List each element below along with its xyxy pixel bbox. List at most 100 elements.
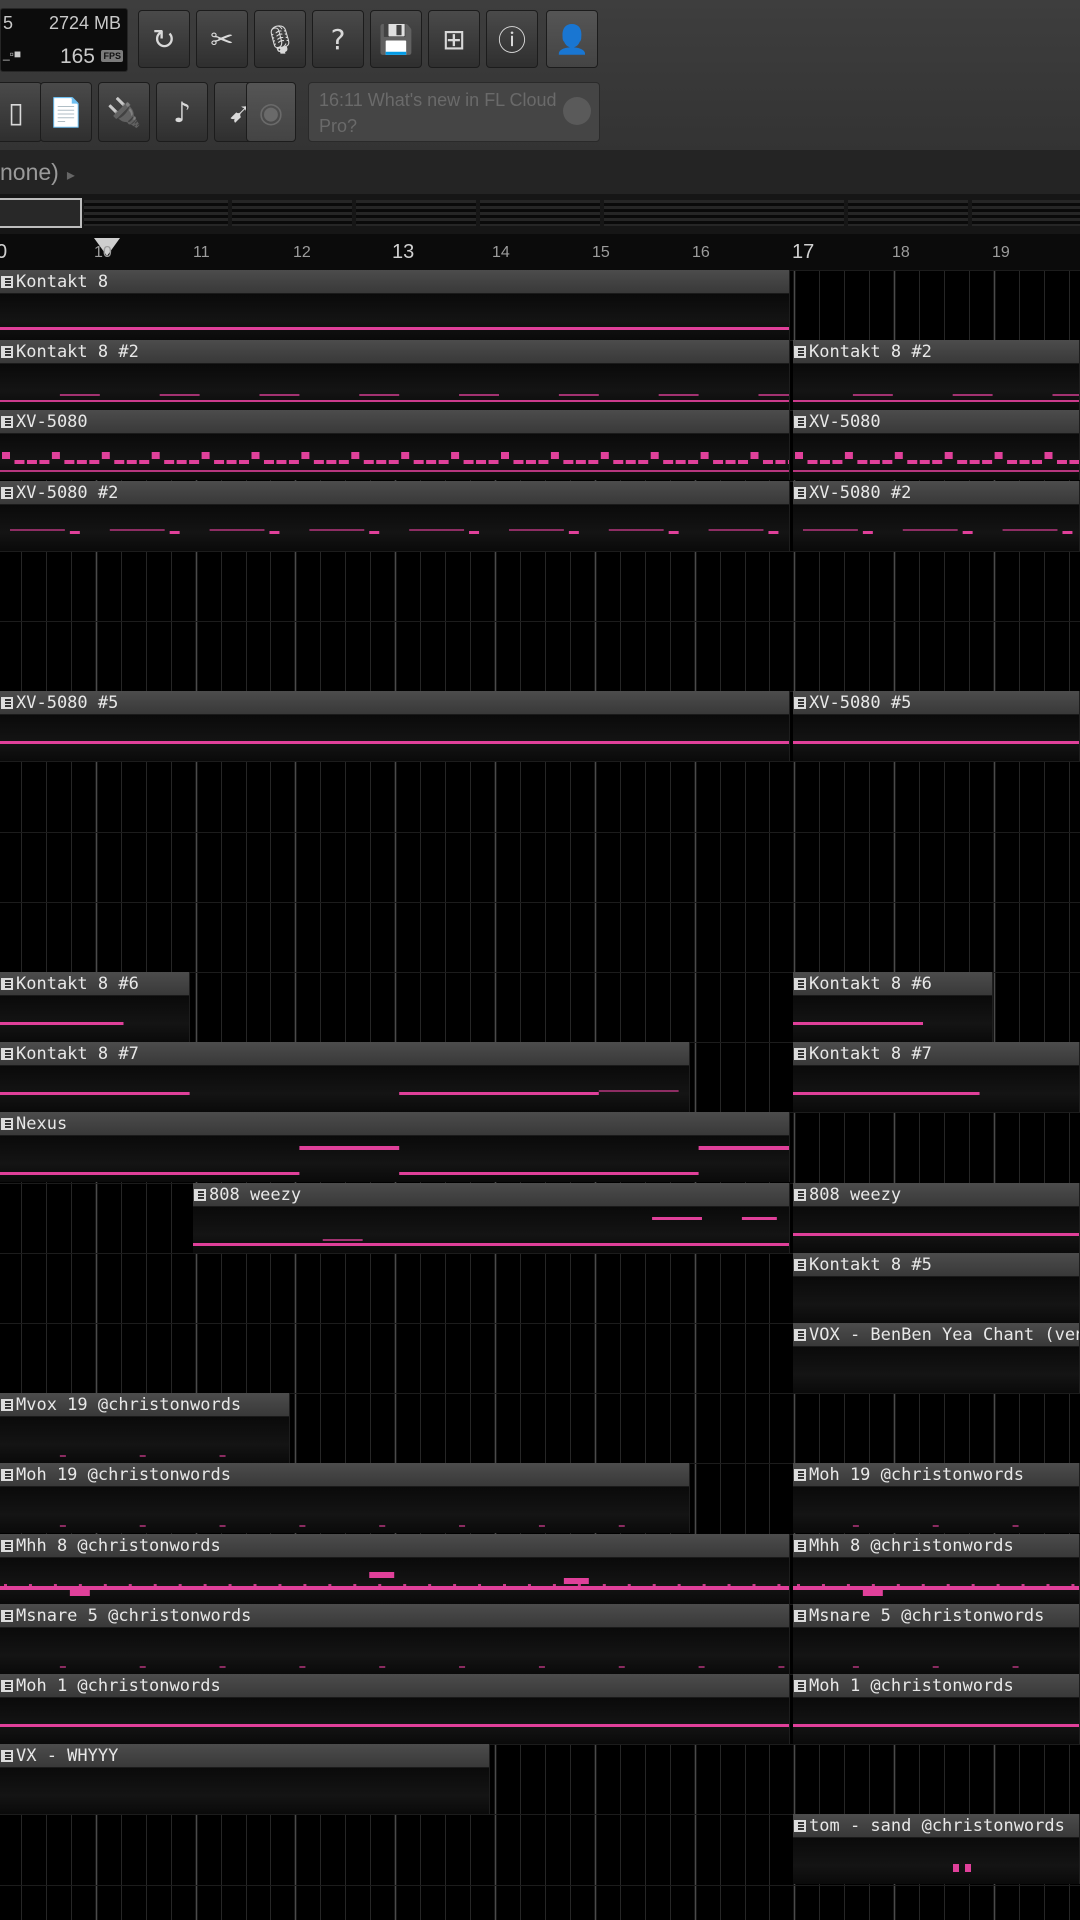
- browser-button[interactable]: ▯: [0, 82, 42, 142]
- pattern-clip[interactable]: VX - WHYYY: [0, 1744, 490, 1814]
- record-button[interactable]: 🎙: [254, 10, 306, 68]
- pattern-clip[interactable]: 808 weezy: [793, 1183, 1080, 1253]
- plugin-button[interactable]: 🔌: [98, 82, 150, 142]
- pattern-clip[interactable]: tom - sand @christonwords: [793, 1814, 1080, 1884]
- clip-notes: [0, 1744, 490, 1814]
- pattern-clip[interactable]: Msnare 5 @christonwords: [793, 1604, 1080, 1674]
- note-block: [59, 394, 100, 396]
- note-block: [625, 460, 636, 464]
- pattern-clip[interactable]: XV-5080: [793, 410, 1080, 480]
- pattern-clip[interactable]: 808 weezy: [193, 1183, 790, 1253]
- note-block: [426, 460, 437, 464]
- note-block: [178, 1584, 182, 1587]
- note-block: [741, 1217, 777, 1220]
- note-block: [338, 460, 349, 464]
- note-block: [896, 1584, 900, 1587]
- bar-number: 10: [94, 244, 112, 261]
- pattern-clip[interactable]: Moh 1 @christonwords: [793, 1674, 1080, 1744]
- pattern-clip[interactable]: Kontakt 8 #6: [793, 972, 993, 1042]
- overview-segment: [972, 200, 1080, 226]
- bar-number: 13: [392, 241, 415, 263]
- info-icon: ⓘ: [497, 24, 526, 57]
- reset-button[interactable]: ↻: [138, 10, 190, 68]
- note-block: [59, 1525, 66, 1527]
- save-as-button[interactable]: ⊞: [428, 10, 480, 68]
- note-block: [563, 1578, 589, 1584]
- note-block: [688, 460, 699, 464]
- clip-notes: [793, 1233, 1079, 1236]
- pattern-clip[interactable]: Kontakt 8 #7: [793, 1042, 1080, 1112]
- pattern-clip[interactable]: XV-5080 #5: [793, 691, 1080, 761]
- note-block: [313, 460, 324, 464]
- note-block: [59, 1455, 66, 1457]
- note-block: [700, 452, 709, 459]
- cut-button[interactable]: ✂: [196, 10, 248, 68]
- piano-button[interactable]: ♪: [156, 82, 208, 142]
- save-icon: 💾: [378, 22, 414, 56]
- overview-view-window[interactable]: [0, 198, 82, 228]
- pattern-clip[interactable]: XV-5080 #5: [0, 691, 790, 761]
- note-block: [1062, 531, 1073, 534]
- pattern-clip[interactable]: Nexus: [0, 1112, 790, 1182]
- note-block: [713, 460, 724, 464]
- pattern-clip[interactable]: Kontakt 8 #5: [793, 1253, 1080, 1323]
- pattern-clip[interactable]: Moh 19 @christonwords: [0, 1463, 690, 1533]
- pattern-clip[interactable]: Kontakt 8 #7: [0, 1042, 690, 1112]
- pattern-clip[interactable]: Moh 1 @christonwords: [0, 1674, 790, 1744]
- overview-segment: [232, 200, 352, 226]
- disabled-button[interactable]: ◉: [246, 82, 296, 142]
- note-block: [793, 1092, 980, 1095]
- note-block: [932, 1525, 939, 1527]
- pattern-clip[interactable]: VOX - BenBen Yea Chant (vendor): [793, 1323, 1080, 1393]
- note-block: [702, 1584, 706, 1587]
- note-block: [882, 460, 893, 464]
- note-block: [69, 531, 80, 534]
- note-block: [378, 1584, 382, 1587]
- cpu-fragment: 5: [3, 13, 14, 33]
- playlist-overview[interactable]: [0, 194, 1080, 234]
- pattern-clip[interactable]: XV-5080: [0, 410, 790, 480]
- news-dismiss-icon[interactable]: [563, 97, 591, 125]
- copy-button[interactable]: 📄: [40, 82, 92, 142]
- pattern-clip[interactable]: Moh 19 @christonwords: [793, 1463, 1080, 1533]
- bar-number: 19: [992, 244, 1010, 261]
- pattern-clip[interactable]: Kontakt 8 #2: [793, 340, 1080, 410]
- note-block: [602, 1584, 606, 1587]
- note-block: [139, 460, 150, 464]
- pattern-clip[interactable]: Mhh 8 @christonwords: [793, 1534, 1080, 1604]
- pattern-clip[interactable]: Mvox 19 @christonwords: [0, 1393, 290, 1463]
- pattern-clip[interactable]: XV-5080 #2: [0, 481, 790, 551]
- pattern-clip[interactable]: Kontakt 8 #6: [0, 972, 190, 1042]
- help-icon: ?: [330, 22, 346, 56]
- note-block: [353, 1584, 357, 1587]
- clip-notes: [793, 1724, 1079, 1727]
- breadcrumb[interactable]: none) ▸: [0, 150, 1080, 194]
- help-button[interactable]: ?: [312, 10, 364, 68]
- pattern-clip[interactable]: Kontakt 8: [0, 270, 790, 340]
- note-block: [768, 531, 779, 534]
- note-block: [328, 1584, 332, 1587]
- playlist-area[interactable]: Kontakt 8 Kontakt 8 #2 Kontakt 8 #2 XV-5080…: [0, 270, 1080, 1920]
- timeline-ruler[interactable]: 0 10 11 12 13 14 15 16 17 18 19: [0, 234, 1080, 270]
- note-block: [39, 460, 50, 464]
- overview-segment: [480, 200, 600, 226]
- note-block: [126, 460, 137, 464]
- user-button[interactable]: 👤: [546, 10, 598, 68]
- pattern-clip[interactable]: XV-5080 #2: [793, 481, 1080, 551]
- note-block: [588, 460, 599, 464]
- note-block: [53, 1584, 57, 1587]
- note-block: [965, 1864, 971, 1872]
- pattern-clip[interactable]: Kontakt 8 #2: [0, 340, 790, 410]
- note-block: [453, 1584, 457, 1587]
- save-button[interactable]: 💾: [370, 10, 422, 68]
- clip-notes: [0, 394, 789, 402]
- news-panel[interactable]: 16:11 What's new in FL Cloud Pro?: [308, 82, 600, 142]
- note-block: [957, 460, 968, 464]
- chip-icon: _▫■: [3, 47, 22, 61]
- info-button[interactable]: ⓘ: [486, 10, 538, 68]
- note-block: [253, 1584, 257, 1587]
- note-block: [932, 1666, 939, 1668]
- clip-notes: [793, 1092, 980, 1095]
- pattern-clip[interactable]: Mhh 8 @christonwords: [0, 1534, 790, 1604]
- pattern-clip[interactable]: Msnare 5 @christonwords: [0, 1604, 790, 1674]
